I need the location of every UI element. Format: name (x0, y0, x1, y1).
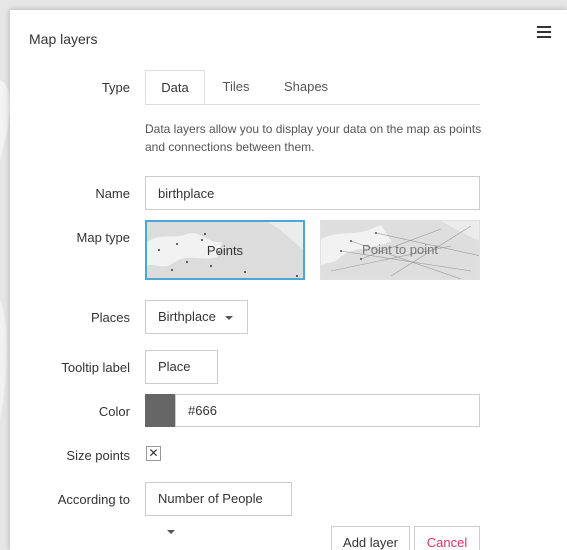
cancel-button[interactable]: Cancel (414, 526, 480, 550)
according-to-label: According to (57, 492, 130, 507)
map-type-point-to-point-label: Point to point (362, 242, 438, 257)
tooltip-label-select[interactable]: Place (145, 350, 218, 402)
map-layers-panel: Map layers Type Data Tiles Shapes Data l… (10, 10, 567, 550)
add-layer-button[interactable]: Add layer (331, 526, 410, 550)
map-type-points-label: Points (206, 243, 244, 258)
map-type-point-to-point-option[interactable]: Point to point (320, 220, 480, 280)
tooltip-label-label: Tooltip label (61, 360, 130, 375)
map-type-points-option[interactable]: Points (145, 220, 305, 280)
size-points-checkbox[interactable]: ✕ (146, 446, 161, 461)
tab-tiles[interactable]: Tiles (205, 70, 267, 104)
layer-name-input[interactable] (145, 176, 480, 210)
type-label: Type (101, 80, 130, 95)
according-to-select[interactable]: Number of People (145, 482, 292, 534)
panel-title: Map layers (29, 31, 98, 47)
chevron-down-icon (224, 315, 233, 320)
chevron-down-icon (167, 529, 175, 534)
map-type-label: Map type (76, 230, 130, 245)
data-layers-description: Data layers allow you to display your da… (145, 122, 482, 154)
tab-data[interactable]: Data (145, 70, 205, 104)
size-points-label: Size points (66, 448, 130, 463)
places-select[interactable]: Birthplace (145, 300, 248, 334)
tab-shapes[interactable]: Shapes (267, 70, 345, 104)
color-input[interactable] (175, 394, 480, 427)
color-swatch[interactable] (145, 394, 176, 427)
places-select-value: Birthplace (158, 309, 216, 324)
places-label: Places (90, 310, 130, 325)
layer-type-tabs: Data Tiles Shapes (145, 70, 480, 105)
according-select-value: Number of People (158, 491, 263, 506)
name-label: Name (95, 186, 130, 201)
hamburger-menu-icon[interactable] (537, 26, 551, 38)
color-label: Color (98, 404, 130, 419)
tooltip-select-value: Place (158, 359, 191, 374)
